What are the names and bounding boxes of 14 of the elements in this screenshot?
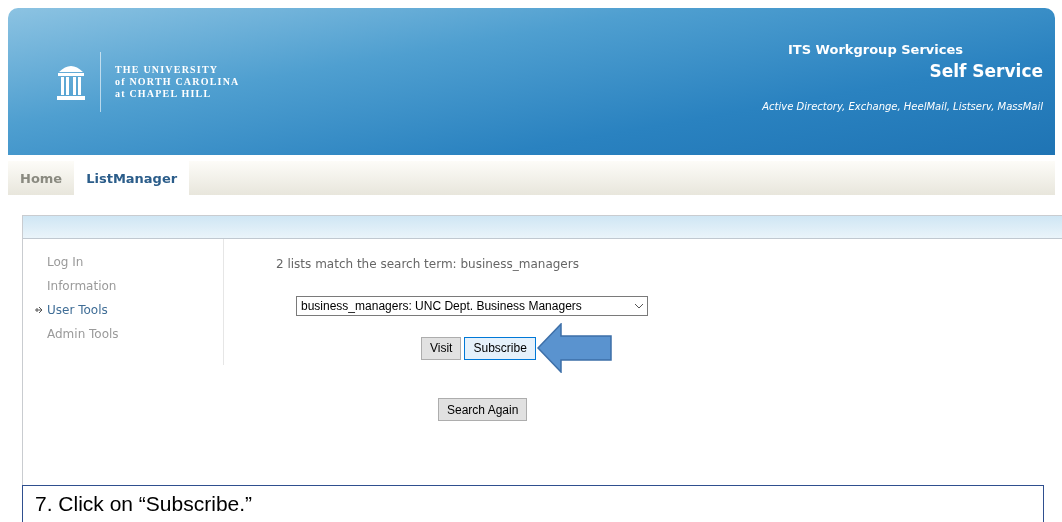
service-group: ITS Workgroup Services <box>788 42 963 57</box>
service-title: Self Service <box>929 61 1043 81</box>
services-list: Active Directory, Exchange, HeelMail, Listserv, MassMail <box>762 101 1043 112</box>
action-button[interactable]: Subscribe <box>464 336 536 360</box>
search-again-button[interactable]: Search Again <box>438 398 528 421</box>
sidebar-item[interactable]: User Tools <box>35 303 223 317</box>
action-button[interactable]: Visit <box>421 336 462 360</box>
university-logo-text: THE UNIVERSITY of NORTH CAROLINA at CHAPEL HILL <box>115 64 240 99</box>
result-message: 2 lists match the search term: business_managers <box>276 257 580 271</box>
instruction-callout: 7. Click on “Subscribe.” <box>22 485 1044 522</box>
arrow-icon <box>35 306 43 314</box>
nav-tab[interactable]: ListManager <box>74 161 190 195</box>
list-select[interactable]: business_managers: UNC Dept. Business Managers <box>296 296 648 316</box>
chevron-down-icon <box>635 303 643 309</box>
